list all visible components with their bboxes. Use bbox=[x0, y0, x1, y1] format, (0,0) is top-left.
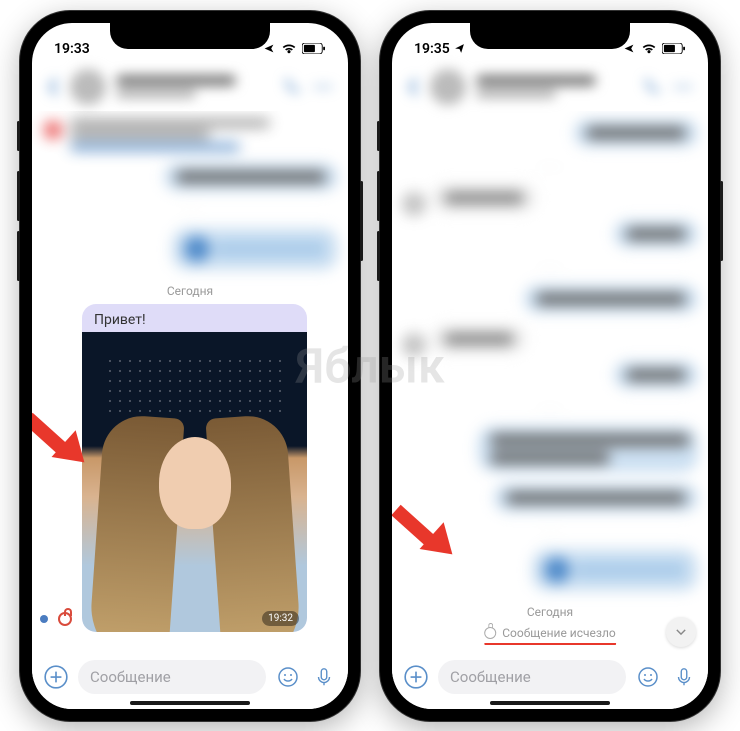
date-separator: Сегодня bbox=[42, 284, 338, 298]
message-photo[interactable]: 19:32 bbox=[82, 332, 307, 632]
back-icon[interactable] bbox=[46, 77, 60, 97]
mute-switch bbox=[377, 121, 380, 151]
pinned-banner bbox=[42, 115, 338, 159]
smile-icon bbox=[276, 665, 300, 689]
home-indicator[interactable] bbox=[490, 701, 610, 705]
volume-down bbox=[17, 231, 20, 281]
voice-message bbox=[532, 549, 698, 591]
emoji-button[interactable] bbox=[634, 663, 662, 691]
phone-right: 19:35 · · · · · · · · · · bbox=[380, 11, 720, 721]
call-icon[interactable] bbox=[280, 76, 302, 98]
power-button bbox=[360, 181, 363, 261]
back-icon[interactable] bbox=[406, 77, 420, 97]
status-time: 19:33 bbox=[54, 41, 90, 57]
status-time: 19:35 bbox=[414, 41, 450, 57]
plus-icon bbox=[43, 664, 69, 690]
notch bbox=[470, 23, 630, 49]
bomb-icon bbox=[58, 612, 72, 626]
message-time: 19:32 bbox=[262, 611, 299, 626]
volume-down bbox=[377, 231, 380, 281]
chat-header[interactable] bbox=[32, 63, 348, 111]
message-out bbox=[524, 285, 698, 313]
more-icon[interactable] bbox=[312, 76, 334, 98]
message-out bbox=[614, 220, 698, 248]
contact-avatar[interactable] bbox=[430, 69, 466, 105]
mute-switch bbox=[17, 121, 20, 151]
battery-icon bbox=[302, 43, 326, 54]
message-input[interactable]: Сообщение bbox=[438, 660, 626, 694]
attach-button[interactable] bbox=[402, 663, 430, 691]
chat-area[interactable]: · · · Сегодня Привет! 19:32 bbox=[32, 111, 348, 653]
contact-name[interactable] bbox=[476, 75, 630, 98]
chat-area[interactable]: · · · · · · · · · · · · · · · · · · Сего… bbox=[392, 111, 708, 653]
attach-button[interactable] bbox=[42, 663, 70, 691]
message-out bbox=[614, 361, 698, 389]
message-in bbox=[432, 325, 526, 353]
contact-avatar[interactable] bbox=[70, 69, 106, 105]
battery-icon bbox=[662, 43, 686, 54]
input-placeholder: Сообщение bbox=[450, 668, 531, 686]
message-input[interactable]: Сообщение bbox=[78, 660, 266, 694]
contact-name[interactable] bbox=[116, 75, 270, 98]
unread-dot bbox=[40, 615, 48, 623]
call-icon[interactable] bbox=[640, 76, 662, 98]
bomb-icon bbox=[484, 627, 496, 639]
more-icon[interactable] bbox=[672, 76, 694, 98]
emoji-button[interactable] bbox=[274, 663, 302, 691]
mic-icon bbox=[313, 666, 335, 688]
chevron-down-icon bbox=[674, 625, 688, 639]
notch bbox=[110, 23, 270, 49]
volume-up bbox=[377, 171, 380, 221]
disappeared-message-notice: Сообщение исчезло bbox=[484, 623, 616, 645]
message-text: Привет! bbox=[82, 304, 307, 332]
airplane-icon bbox=[622, 43, 636, 54]
smile-icon bbox=[636, 665, 660, 689]
disappeared-text: Сообщение исчезло bbox=[502, 626, 616, 640]
home-indicator[interactable] bbox=[130, 701, 250, 705]
message-in bbox=[432, 184, 536, 212]
power-button bbox=[720, 181, 723, 261]
phone-left: 19:33 · · · Сег bbox=[20, 11, 360, 721]
disappearing-message[interactable]: Привет! 19:32 bbox=[82, 304, 307, 632]
input-placeholder: Сообщение bbox=[90, 668, 171, 686]
wifi-icon bbox=[641, 43, 657, 54]
voice-button[interactable] bbox=[670, 663, 698, 691]
plus-icon bbox=[403, 664, 429, 690]
airplane-icon bbox=[262, 43, 276, 54]
voice-message bbox=[172, 228, 338, 270]
message-out bbox=[164, 163, 338, 191]
scroll-down-button[interactable] bbox=[666, 617, 696, 647]
mic-icon bbox=[673, 666, 695, 688]
message-out bbox=[478, 426, 698, 472]
wifi-icon bbox=[281, 43, 297, 54]
volume-up bbox=[17, 171, 20, 221]
voice-button[interactable] bbox=[310, 663, 338, 691]
message-out bbox=[574, 119, 698, 147]
chat-header[interactable] bbox=[392, 63, 708, 111]
date-separator: Сегодня bbox=[402, 605, 698, 619]
message-out bbox=[494, 484, 698, 512]
location-icon bbox=[454, 43, 465, 54]
